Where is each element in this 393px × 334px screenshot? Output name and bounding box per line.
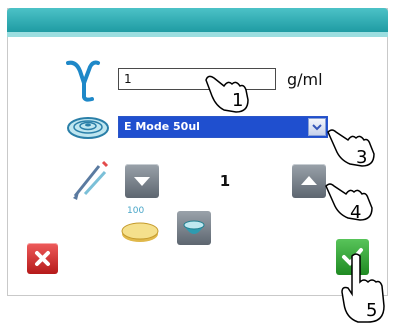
hand-pointer-icon [341, 253, 385, 323]
step-value: 1 [219, 172, 231, 190]
bowl-icon [183, 220, 205, 234]
dialog-titlebar [7, 8, 388, 34]
step-up-button[interactable] [292, 164, 326, 198]
coil-icon [67, 117, 109, 139]
plate-icon [121, 222, 159, 242]
callout-number: 1 [232, 90, 244, 111]
hand-pointer-icon [327, 129, 375, 167]
callout-number: 3 [356, 147, 368, 168]
callout-number: 5 [366, 300, 378, 321]
callout-number: 4 [350, 202, 362, 223]
bowl-button[interactable] [177, 211, 211, 245]
titlebar-accent [7, 32, 388, 37]
mode-dropdown[interactable]: E Mode 50ul [118, 116, 328, 138]
cancel-button[interactable] [27, 243, 58, 274]
pipette-icon [73, 160, 109, 200]
mode-selected-value: E Mode 50ul [124, 120, 200, 133]
close-icon [35, 251, 50, 266]
gamma-icon [66, 60, 100, 102]
density-unit: g/ml [287, 70, 323, 89]
step-down-button[interactable] [125, 164, 159, 198]
hand-pointer-icon [205, 75, 249, 113]
